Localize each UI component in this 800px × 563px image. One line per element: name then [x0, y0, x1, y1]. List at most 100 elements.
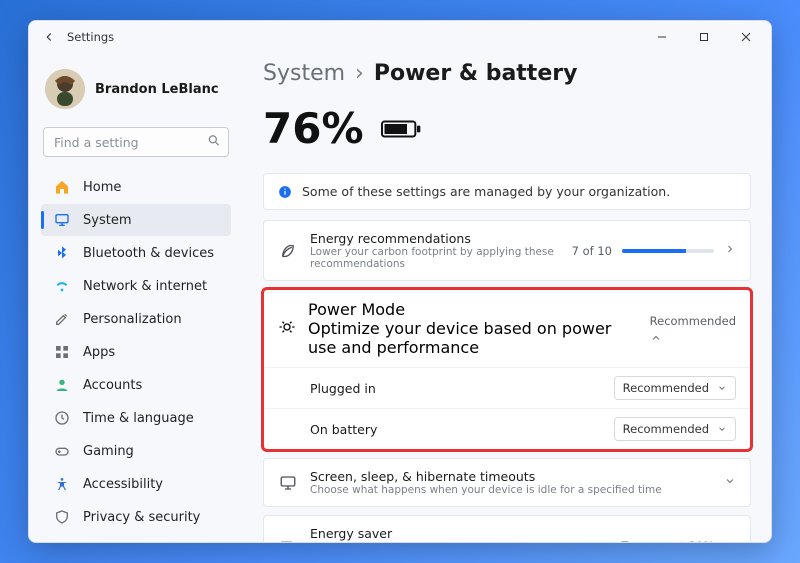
person-icon: [53, 376, 71, 394]
leaf-icon: [278, 241, 298, 261]
shield-icon: [53, 508, 71, 526]
sidebar-item-accounts[interactable]: Accounts: [41, 369, 231, 401]
avatar-image: [45, 69, 85, 109]
select-value: Recommended: [623, 422, 709, 436]
chevron-down-icon: [717, 424, 727, 434]
breadcrumb-sep: ›: [355, 61, 364, 86]
chevron-up-icon: [650, 329, 662, 348]
card-title: Energy recommendations: [310, 231, 560, 246]
power-mode-select-0[interactable]: Recommended: [614, 376, 736, 400]
search-icon: [207, 133, 221, 152]
avatar: [45, 69, 85, 109]
sidebar-item-label: System: [83, 213, 131, 228]
info-icon: [278, 185, 292, 199]
sidebar-item-label: Accounts: [83, 378, 142, 393]
org-banner-text: Some of these settings are managed by yo…: [302, 184, 670, 199]
maximize-button[interactable]: [683, 23, 725, 51]
power-mode-value: Recommended: [650, 314, 736, 328]
gaming-icon: [53, 442, 71, 460]
update-icon: [53, 541, 71, 542]
sidebar-item-privacy-security[interactable]: Privacy & security: [41, 501, 231, 533]
card-power-mode: Power Mode Optimize your device based on…: [263, 289, 751, 450]
breadcrumb-parent[interactable]: System: [263, 61, 345, 86]
select-value: Recommended: [623, 381, 709, 395]
search-input[interactable]: [43, 127, 229, 157]
battery-icon: [380, 119, 424, 139]
card-subtitle: Optimize your device based on power use …: [308, 319, 638, 357]
sidebar-item-windows-update[interactable]: Windows Update: [41, 534, 231, 542]
card-energy-recommendations[interactable]: Energy recommendations Lower your carbon…: [263, 220, 751, 281]
sidebar-item-gaming[interactable]: Gaming: [41, 435, 231, 467]
accessibility-icon: [53, 475, 71, 493]
titlebar: Settings: [29, 21, 771, 53]
energy-progress: [622, 249, 714, 253]
wifi-icon: [53, 277, 71, 295]
card-screen-sleep[interactable]: Screen, sleep, & hibernate timeouts Choo…: [263, 458, 751, 507]
chevron-right-icon: [724, 243, 736, 258]
sidebar-item-time-language[interactable]: Time & language: [41, 402, 231, 434]
profile-name: Brandon LeBlanc: [95, 82, 219, 97]
sidebar-item-label: Personalization: [83, 312, 182, 327]
monitor-icon: [278, 473, 298, 493]
sidebar-item-apps[interactable]: Apps: [41, 336, 231, 368]
brush-icon: [53, 310, 71, 328]
sidebar-item-accessibility[interactable]: Accessibility: [41, 468, 231, 500]
card-title: Energy saver: [310, 526, 609, 541]
sidebar-item-system[interactable]: System: [41, 204, 231, 236]
settings-window: Settings Brandon LeBlanc: [28, 20, 772, 543]
system-icon: [53, 211, 71, 229]
sidebar-item-label: Apps: [83, 345, 115, 360]
card-energy-saver[interactable]: Energy saver Reduce power consumption an…: [263, 515, 751, 542]
back-arrow-icon: [42, 30, 56, 44]
sidebar-item-label: Accessibility: [83, 477, 163, 492]
sidebar-item-label: Time & language: [83, 411, 194, 426]
sidebar-item-label: Network & internet: [83, 279, 207, 294]
minimize-icon: [657, 32, 667, 42]
close-icon: [741, 32, 751, 42]
profile[interactable]: Brandon LeBlanc: [41, 61, 231, 121]
search-box: [43, 127, 229, 157]
card-title: Power Mode: [308, 300, 638, 319]
breadcrumb-current: Power & battery: [374, 61, 578, 86]
sidebar-item-label: Gaming: [83, 444, 134, 459]
power-mode-row-label: On battery: [310, 422, 614, 437]
power-mode-select-1[interactable]: Recommended: [614, 417, 736, 441]
back-button[interactable]: [33, 21, 65, 53]
sidebar: Brandon LeBlanc Home System Bluetooth & …: [29, 53, 239, 542]
card-subtitle: Choose what happens when your device is …: [310, 484, 712, 496]
minimize-button[interactable]: [641, 23, 683, 51]
window-title: Settings: [67, 30, 114, 44]
main-panel: System › Power & battery 76% Some of the…: [239, 53, 771, 542]
sidebar-item-label: Bluetooth & devices: [83, 246, 214, 261]
sidebar-item-home[interactable]: Home: [41, 171, 231, 203]
power-mode-row-0: Plugged in Recommended: [264, 367, 750, 408]
bluetooth-icon: [53, 244, 71, 262]
clock-icon: [53, 409, 71, 427]
nav-list: Home System Bluetooth & devices Network …: [41, 171, 231, 542]
sidebar-item-label: Home: [83, 180, 121, 195]
content-area: Brandon LeBlanc Home System Bluetooth & …: [29, 53, 771, 542]
card-title: Screen, sleep, & hibernate timeouts: [310, 469, 712, 484]
saver-value: Turns on at 20%: [621, 539, 714, 543]
battery-percent-row: 76%: [263, 104, 751, 153]
close-button[interactable]: [725, 23, 767, 51]
power-mode-header[interactable]: Power Mode Optimize your device based on…: [264, 290, 750, 367]
maximize-icon: [699, 32, 709, 42]
breadcrumb: System › Power & battery: [263, 61, 751, 86]
sidebar-item-personalization[interactable]: Personalization: [41, 303, 231, 335]
power-mode-row-label: Plugged in: [310, 381, 614, 396]
chevron-down-icon: [724, 475, 736, 490]
power-mode-icon: [278, 318, 296, 340]
chevron-down-icon: [724, 538, 736, 542]
chevron-down-icon: [717, 383, 727, 393]
sidebar-item-network-internet[interactable]: Network & internet: [41, 270, 231, 302]
power-mode-row-1: On battery Recommended: [264, 408, 750, 449]
battery-percent: 76%: [263, 104, 364, 153]
apps-icon: [53, 343, 71, 361]
sidebar-item-label: Privacy & security: [83, 510, 200, 525]
window-controls: [641, 23, 767, 51]
home-icon: [53, 178, 71, 196]
battery-saver-icon: [278, 536, 298, 543]
org-banner: Some of these settings are managed by yo…: [263, 173, 751, 210]
sidebar-item-bluetooth-devices[interactable]: Bluetooth & devices: [41, 237, 231, 269]
